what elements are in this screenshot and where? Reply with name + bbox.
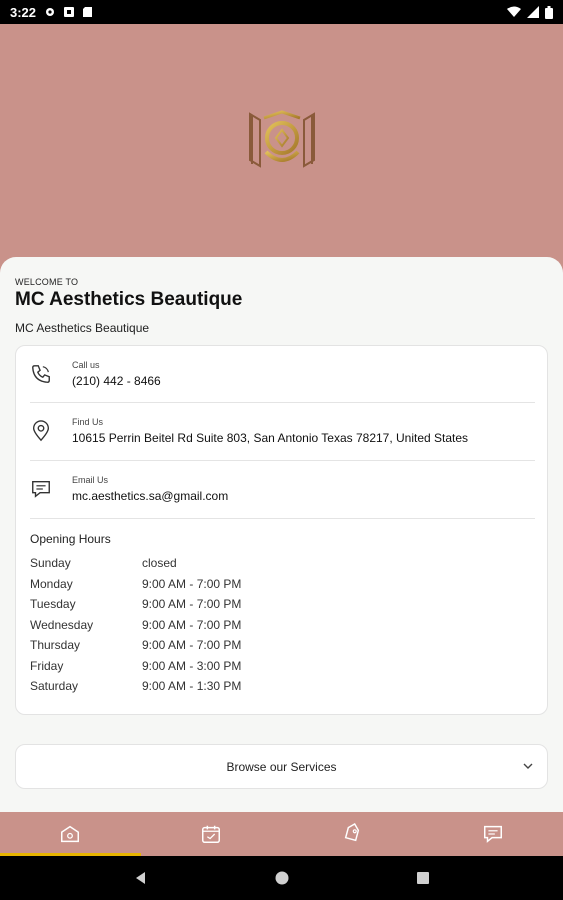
hours-row: Saturday 9:00 AM - 1:30 PM (30, 679, 430, 700)
hours-row: Monday 9:00 AM - 7:00 PM (30, 577, 430, 598)
location-pin-icon (32, 420, 50, 442)
cellular-icon (527, 6, 539, 18)
hours-row: Sunday closed (30, 556, 430, 577)
hours-day: Monday (30, 576, 73, 591)
divider (30, 518, 535, 519)
status-bar: 3:22 (0, 0, 563, 24)
business-subtitle: MC Aesthetics Beautique (15, 321, 150, 335)
tag-icon (344, 823, 360, 842)
hours-time: 9:00 AM - 7:00 PM (142, 576, 242, 591)
divider (30, 402, 535, 403)
phone-icon (32, 365, 50, 383)
business-info-sheet: WELCOME TO MC Aesthetics Beautique MC Ae… (0, 257, 563, 812)
hours-row: Wednesday 9:00 AM - 7:00 PM (30, 618, 430, 639)
home-circle-icon[interactable] (274, 870, 290, 886)
hours-row: Tuesday 9:00 AM - 7:00 PM (30, 597, 430, 618)
chat-icon (483, 825, 502, 843)
recents-icon[interactable] (415, 870, 431, 886)
contact-address-row[interactable]: Find Us 10615 Perrin Beitel Rd Suite 803… (30, 417, 535, 475)
phone-label: Call us (72, 360, 100, 370)
tab-appointments[interactable] (141, 812, 282, 856)
home-icon (61, 825, 80, 843)
hours-time: 9:00 AM - 7:00 PM (142, 638, 242, 652)
hours-time: 9:00 AM - 1:30 PM (142, 679, 242, 693)
contact-email-row[interactable]: Email Us mc.aesthetics.sa@gmail.com (30, 475, 535, 533)
tab-offers[interactable] (282, 812, 423, 856)
hours-row: Friday 9:00 AM - 3:00 PM (30, 659, 430, 680)
phone-value[interactable]: (210) 442 - 8466 (72, 374, 161, 388)
hours-time: closed (142, 556, 177, 570)
settings-status-icon (46, 8, 55, 16)
hours-time: 9:00 AM - 7:00 PM (142, 617, 242, 632)
notification-status-icon (64, 7, 75, 17)
hours-day: Friday (30, 658, 64, 673)
email-value[interactable]: mc.aesthetics.sa@gmail.com (72, 489, 228, 503)
chevron-down-icon (523, 763, 533, 769)
battery-icon (545, 5, 553, 19)
back-icon[interactable] (133, 870, 149, 886)
browse-services-label: Browse our Services (226, 759, 337, 774)
opening-hours-list: Sunday closed Monday 9:00 AM - 7:00 PM Tue… (30, 556, 430, 700)
system-navigation-bar (0, 856, 563, 900)
welcome-label: WELCOME TO (15, 277, 79, 287)
calendar-icon (202, 825, 221, 843)
tab-home[interactable] (0, 812, 141, 856)
hours-day: Wednesday (30, 617, 94, 632)
tab-messages[interactable] (422, 812, 563, 856)
business-name: MC Aesthetics Beautique (15, 289, 243, 310)
hours-row: Thursday 9:00 AM - 7:00 PM (30, 638, 430, 659)
business-logo (249, 110, 315, 168)
hours-time: 9:00 AM - 7:00 PM (142, 597, 242, 611)
wifi-icon (507, 6, 521, 17)
hero-banner (0, 24, 563, 264)
hours-time: 9:00 AM - 3:00 PM (142, 658, 242, 673)
hours-day: Tuesday (30, 597, 76, 611)
browse-services-button[interactable]: Browse our Services (15, 744, 548, 789)
contact-phone-row[interactable]: Call us (210) 442 - 8466 (30, 360, 535, 418)
sd-card-status-icon (83, 7, 93, 17)
bottom-tab-bar (0, 812, 563, 856)
hours-day: Sunday (30, 556, 71, 570)
divider (30, 460, 535, 461)
hours-day: Saturday (30, 679, 79, 693)
status-time: 3:22 (10, 4, 37, 20)
address-label: Find Us (72, 417, 104, 427)
opening-hours-title: Opening Hours (30, 532, 111, 546)
address-value[interactable]: 10615 Perrin Beitel Rd Suite 803, San An… (72, 431, 468, 445)
hours-day: Thursday (30, 638, 81, 652)
email-label: Email Us (72, 475, 109, 485)
contact-card: Call us (210) 442 - 8466 Find Us 10615 P… (15, 345, 548, 715)
email-message-icon (32, 480, 50, 498)
